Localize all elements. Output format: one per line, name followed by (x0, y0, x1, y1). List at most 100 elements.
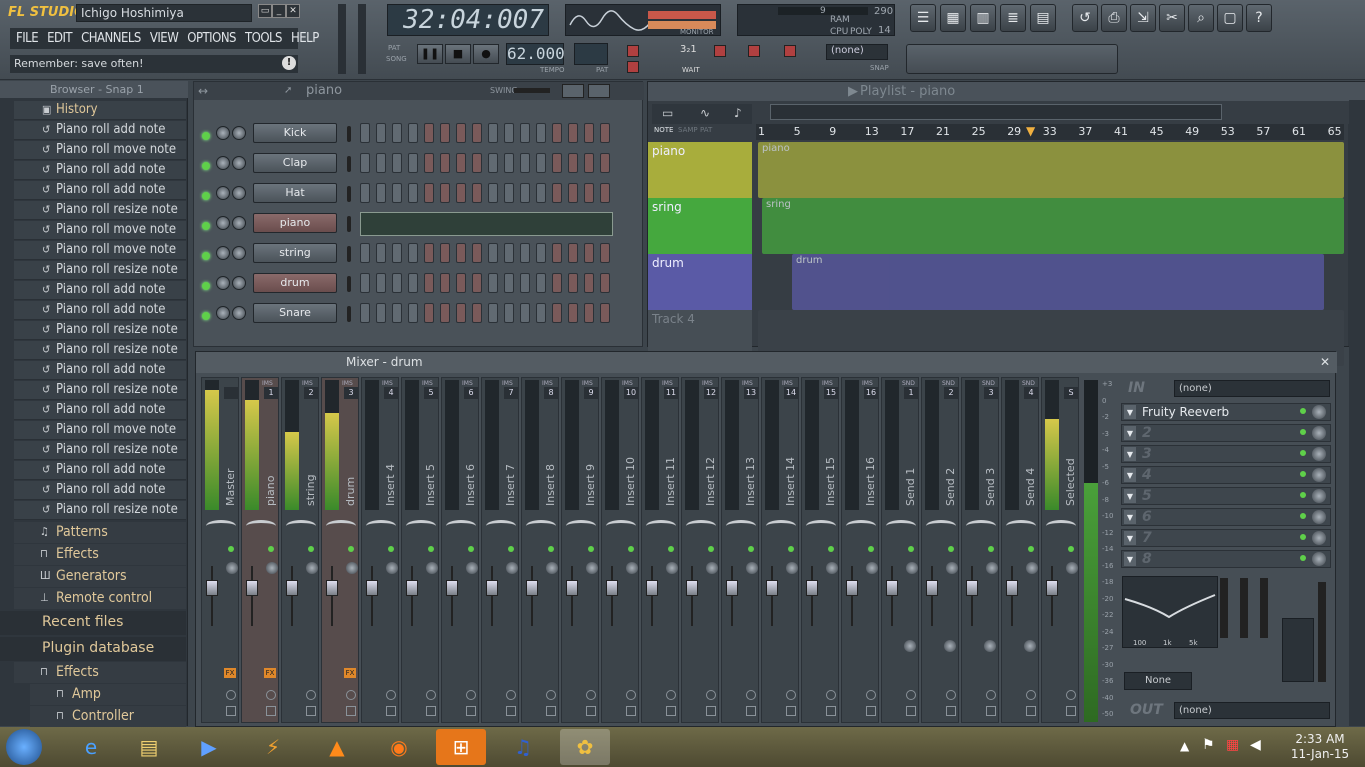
step-button[interactable] (392, 183, 402, 203)
channel-mute-led[interactable] (202, 312, 210, 320)
info-icon[interactable]: ! (282, 56, 296, 70)
strip-disk-icon[interactable] (946, 706, 956, 716)
strip-active-led[interactable] (748, 546, 754, 552)
strip-volume-fader[interactable] (446, 566, 458, 626)
strip-active-led[interactable] (1068, 546, 1074, 552)
strip-pan-knob[interactable] (246, 520, 276, 532)
strip-disk-icon[interactable] (426, 706, 436, 716)
strip-pan-knob[interactable] (486, 520, 516, 532)
history-item[interactable]: ↺ Piano roll add note (14, 401, 186, 420)
strip-disk-icon[interactable] (826, 706, 836, 716)
menu-help[interactable]: HELP (291, 31, 319, 46)
step-button[interactable] (408, 123, 418, 143)
strip-volume-fader[interactable] (566, 566, 578, 626)
pattern-mode-icon[interactable]: ▭ (662, 106, 673, 120)
step-button[interactable] (488, 273, 498, 293)
insert-volume-slider[interactable] (1318, 582, 1326, 682)
step-button[interactable] (360, 243, 370, 263)
strip-volume-fader[interactable] (326, 566, 338, 626)
swing-slider[interactable] (514, 88, 550, 93)
history-item[interactable]: ↺ Piano roll move note (14, 421, 186, 440)
channel-volume-knob[interactable] (232, 216, 246, 230)
step-button[interactable] (568, 273, 578, 293)
step-button[interactable] (584, 183, 594, 203)
menu-options[interactable]: OPTIONS (187, 31, 236, 46)
mixer-strip[interactable]: SND 4 Send 4 (1001, 377, 1039, 723)
strip-stereo-knob[interactable] (306, 562, 318, 574)
step-button[interactable] (472, 303, 482, 323)
strip-pan-knob[interactable] (766, 520, 796, 532)
step-button[interactable] (552, 183, 562, 203)
pause-icon[interactable]: ❚❚ (417, 44, 443, 64)
tempo-display[interactable]: 62.000 (506, 43, 565, 65)
piano-roll-button[interactable]: ▥ (970, 4, 996, 32)
graph-editor-icon[interactable] (562, 84, 584, 98)
strip-number[interactable]: 2 (304, 387, 318, 399)
mixer-strip[interactable]: IMS 2 string (281, 377, 319, 723)
step-button[interactable] (520, 153, 530, 173)
network-icon[interactable]: ▦ (1226, 737, 1239, 753)
plugin-picker[interactable] (906, 44, 1118, 74)
strip-route-icon[interactable] (1066, 690, 1076, 700)
strip-route-icon[interactable] (386, 690, 396, 700)
mixer-strip[interactable]: Master FX (201, 377, 239, 723)
strip-disk-icon[interactable] (666, 706, 676, 716)
browser-cat-generators[interactable]: Ш Generators (14, 566, 186, 587)
audio-editor-icon[interactable]: ♫ (498, 729, 548, 765)
strip-disk-icon[interactable] (626, 706, 636, 716)
step-button[interactable] (600, 273, 610, 293)
mixer-button[interactable]: ▤ (1030, 4, 1056, 32)
slot-active-led[interactable] (1300, 429, 1306, 435)
strip-stereo-knob[interactable] (626, 562, 638, 574)
step-button[interactable] (520, 303, 530, 323)
step-button[interactable] (456, 183, 466, 203)
step-button[interactable] (424, 153, 434, 173)
strip-pan-knob[interactable] (446, 520, 476, 532)
strip-disk-icon[interactable] (506, 706, 516, 716)
slot-active-led[interactable] (1300, 555, 1306, 561)
slot-mix-knob[interactable] (1312, 489, 1326, 503)
countdown-icon[interactable]: 3₂1 (680, 44, 697, 55)
step-button[interactable] (360, 303, 370, 323)
history-item[interactable]: ↺ Piano roll add note (14, 301, 186, 320)
step-button[interactable] (584, 273, 594, 293)
strip-route-icon[interactable] (266, 690, 276, 700)
strip-number[interactable]: 10 (624, 387, 638, 399)
song-position-display[interactable]: 32:04:007 (387, 4, 549, 36)
strip-disk-icon[interactable] (466, 706, 476, 716)
history-item[interactable]: ↺ Piano roll resize note (14, 341, 186, 360)
slot-mix-knob[interactable] (1312, 552, 1326, 566)
step-button[interactable] (456, 303, 466, 323)
song-position-marker-icon[interactable]: ▼ (1026, 124, 1035, 138)
strip-volume-fader[interactable] (1006, 566, 1018, 626)
step-button[interactable] (520, 243, 530, 263)
strip-route-icon[interactable] (946, 690, 956, 700)
step-button[interactable] (504, 273, 514, 293)
strip-active-led[interactable] (308, 546, 314, 552)
mixer-strip[interactable]: S Selected (1041, 377, 1079, 723)
channel-button[interactable]: Kick (253, 123, 337, 143)
playlist-clip[interactable]: drum (792, 254, 1324, 310)
step-button[interactable] (424, 183, 434, 203)
channel-select-indicator[interactable] (347, 306, 351, 322)
slot-mix-knob[interactable] (1312, 426, 1326, 440)
tab-note[interactable]: NOTE (654, 126, 673, 134)
step-button[interactable] (552, 153, 562, 173)
playlist-track-header[interactable]: piano (648, 142, 752, 198)
strip-disk-icon[interactable] (226, 706, 236, 716)
mixer-strip[interactable]: IMS 12 Insert 12 (681, 377, 719, 723)
step-button[interactable] (440, 243, 450, 263)
slot-active-led[interactable] (1300, 450, 1306, 456)
menu-file[interactable]: FILE (16, 31, 39, 46)
strip-active-led[interactable] (1028, 546, 1034, 552)
step-edit-icon[interactable] (714, 45, 726, 57)
send-level-knob[interactable] (1024, 640, 1036, 652)
strip-stereo-knob[interactable] (746, 562, 758, 574)
strip-disk-icon[interactable] (546, 706, 556, 716)
step-button[interactable] (536, 153, 546, 173)
close-icon[interactable]: ✕ (286, 4, 300, 18)
strip-number[interactable]: 16 (864, 387, 878, 399)
mixer-strip[interactable]: IMS 9 Insert 9 (561, 377, 599, 723)
step-button[interactable] (536, 183, 546, 203)
strip-active-led[interactable] (388, 546, 394, 552)
